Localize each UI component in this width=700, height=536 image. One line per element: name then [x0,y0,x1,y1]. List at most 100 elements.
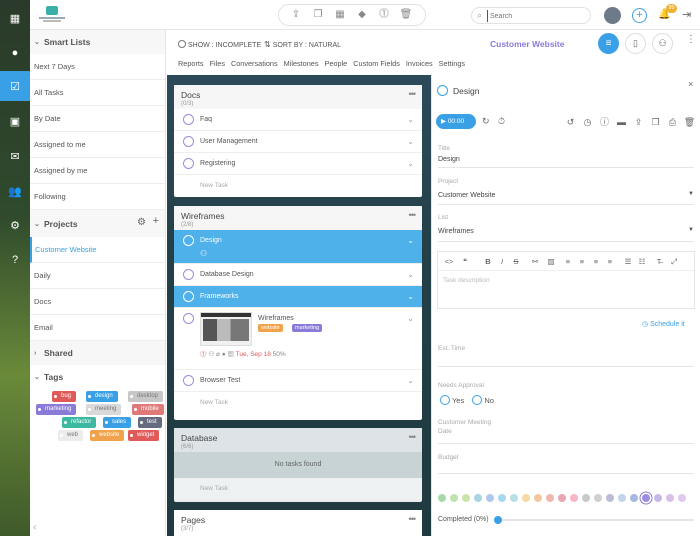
chevron-down-icon[interactable]: ⌄ [407,264,414,286]
tag-test[interactable]: test [138,417,162,428]
smart-list-item[interactable]: Next 7 Days [30,54,165,80]
timer-button[interactable]: ▶ 00:00 [436,114,476,129]
more-icon[interactable]: ••• [409,89,417,99]
tag-marketing[interactable]: marketing [36,404,77,415]
task-row[interactable]: User Management ⌄ [174,131,422,153]
chevron-down-icon[interactable]: ⌄ [407,109,414,131]
color-swatch[interactable] [642,494,650,502]
color-swatch[interactable] [678,494,686,502]
contacts-icon[interactable]: ▣ [0,106,30,136]
tag-refactor[interactable]: refactor [62,417,97,428]
image-icon[interactable]: ▨ [543,252,559,271]
tag-icon[interactable]: ◆ [351,5,373,25]
new-task-input[interactable]: New Task [174,175,422,197]
task-row-selected[interactable]: Frameworks ⌄ [174,286,422,308]
smart-list-item[interactable]: By Date [30,106,165,132]
tab-people[interactable]: People [325,59,348,68]
checkbox[interactable] [183,235,194,246]
align-center-icon[interactable]: ≡ [575,252,589,271]
logout-icon[interactable]: ⇥ [682,8,691,21]
color-swatch[interactable] [474,494,482,502]
more-icon[interactable]: ••• [409,210,417,220]
smart-list-item[interactable]: Assigned by me [30,158,165,184]
share-icon[interactable]: ⇪ [285,5,307,25]
more-icon[interactable]: ••• [409,432,417,442]
tag-design[interactable]: design [86,391,118,402]
radio-yes[interactable] [440,395,450,405]
tab-files[interactable]: Files [210,59,225,68]
list-select[interactable]: Wireframes [438,228,474,235]
project-item[interactable]: Email [30,315,165,341]
link-icon[interactable]: ⚯ [527,252,543,271]
smart-list-item[interactable]: Assigned to me [30,132,165,158]
avatar[interactable] [604,7,621,24]
share-icon[interactable]: ⇪ [630,117,647,128]
bullet-list-icon[interactable]: ☰ [621,252,635,271]
chevron-down-icon[interactable]: ⌄ [407,370,414,392]
chevron-down-icon[interactable]: ⌄ [407,131,414,153]
tag-mobile[interactable]: mobile [132,404,164,415]
tag-website[interactable]: website [90,430,125,441]
color-swatch[interactable] [510,494,518,502]
copy-icon[interactable]: ❐ [647,117,664,128]
gear-icon[interactable]: ⚙ [0,210,30,240]
task-row[interactable]: Registering ⌄ [174,153,422,175]
title-field[interactable]: Design [438,156,460,163]
show-filter[interactable]: SHOW : INCOMPLETE [178,40,261,49]
justify-icon[interactable]: ≡ [603,252,617,271]
task-thumbnail[interactable] [200,312,252,346]
smart-lists-header[interactable]: ⌄ Smart Lists [30,30,165,54]
checkbox[interactable] [183,114,194,125]
color-swatch[interactable] [534,494,542,502]
color-swatch[interactable] [486,494,494,502]
color-swatch[interactable] [630,494,638,502]
chevron-down-icon[interactable]: ⌄ [407,308,414,330]
project-item[interactable]: Docs [30,289,165,315]
stopwatch-icon[interactable]: ⏱ [498,116,505,127]
trash-icon[interactable]: 🗑 [681,117,698,128]
italic-icon[interactable]: I [495,252,509,271]
add-icon[interactable]: + [632,8,647,23]
tag-website[interactable]: website [258,324,283,332]
checkbox[interactable] [183,136,194,147]
checkbox[interactable] [183,375,194,386]
smart-list-item[interactable]: Following [30,184,165,210]
task-row[interactable]: Browser Test ⌄ [174,370,422,392]
tab-conversations[interactable]: Conversations [231,59,278,68]
collapse-icon[interactable]: ‹ [33,522,36,533]
color-swatch[interactable] [606,494,614,502]
mail-icon[interactable]: ✉ [0,141,30,171]
schedule-button[interactable]: ◷ Schedule it [642,320,685,328]
print-icon[interactable]: ⎙ [664,117,681,128]
task-row[interactable]: Faq ⌄ [174,109,422,131]
tag-desktop[interactable]: desktop [128,391,164,402]
project-item[interactable]: Customer Website [30,237,165,263]
tab-invoices[interactable]: Invoices [406,59,433,68]
checkbox[interactable] [183,158,194,169]
tag-bug[interactable]: bug [52,391,77,402]
alert-icon[interactable]: ⓵ [373,5,395,25]
more-icon[interactable]: ••• [409,514,417,524]
tasks-icon[interactable]: ☑ [0,71,30,101]
tab-custom-fields[interactable]: Custom Fields [353,59,400,68]
bold-icon[interactable]: B [481,252,495,271]
tag-sales[interactable]: sales [103,417,132,428]
code-icon[interactable]: <> [441,252,457,271]
smart-list-item[interactable]: All Tasks [30,80,165,106]
close-icon[interactable]: × [688,79,693,89]
color-swatch[interactable] [570,494,578,502]
tab-milestones[interactable]: Milestones [284,59,319,68]
chevron-down-icon[interactable]: ⌄ [407,153,414,175]
progress-slider-handle[interactable] [494,516,502,524]
history-icon[interactable]: ↺ [562,117,579,128]
add-project-icon[interactable]: + [153,215,159,227]
align-right-icon[interactable]: ≡ [589,252,603,271]
projects-header[interactable]: ⌄ Projects ⚙ + [30,210,165,237]
search-input[interactable] [487,10,587,22]
project-select[interactable]: Customer Website [438,192,495,199]
task-card[interactable]: Wireframes website marketing ⌄ ⓵ ⚇ ⌀ ● ▦… [174,308,422,370]
tags-header[interactable]: ⌄ Tags [30,365,165,389]
number-list-icon[interactable]: ☷ [635,252,649,271]
tag-widget[interactable]: widget [128,430,160,441]
trash-icon[interactable]: 🗑 [395,5,417,25]
